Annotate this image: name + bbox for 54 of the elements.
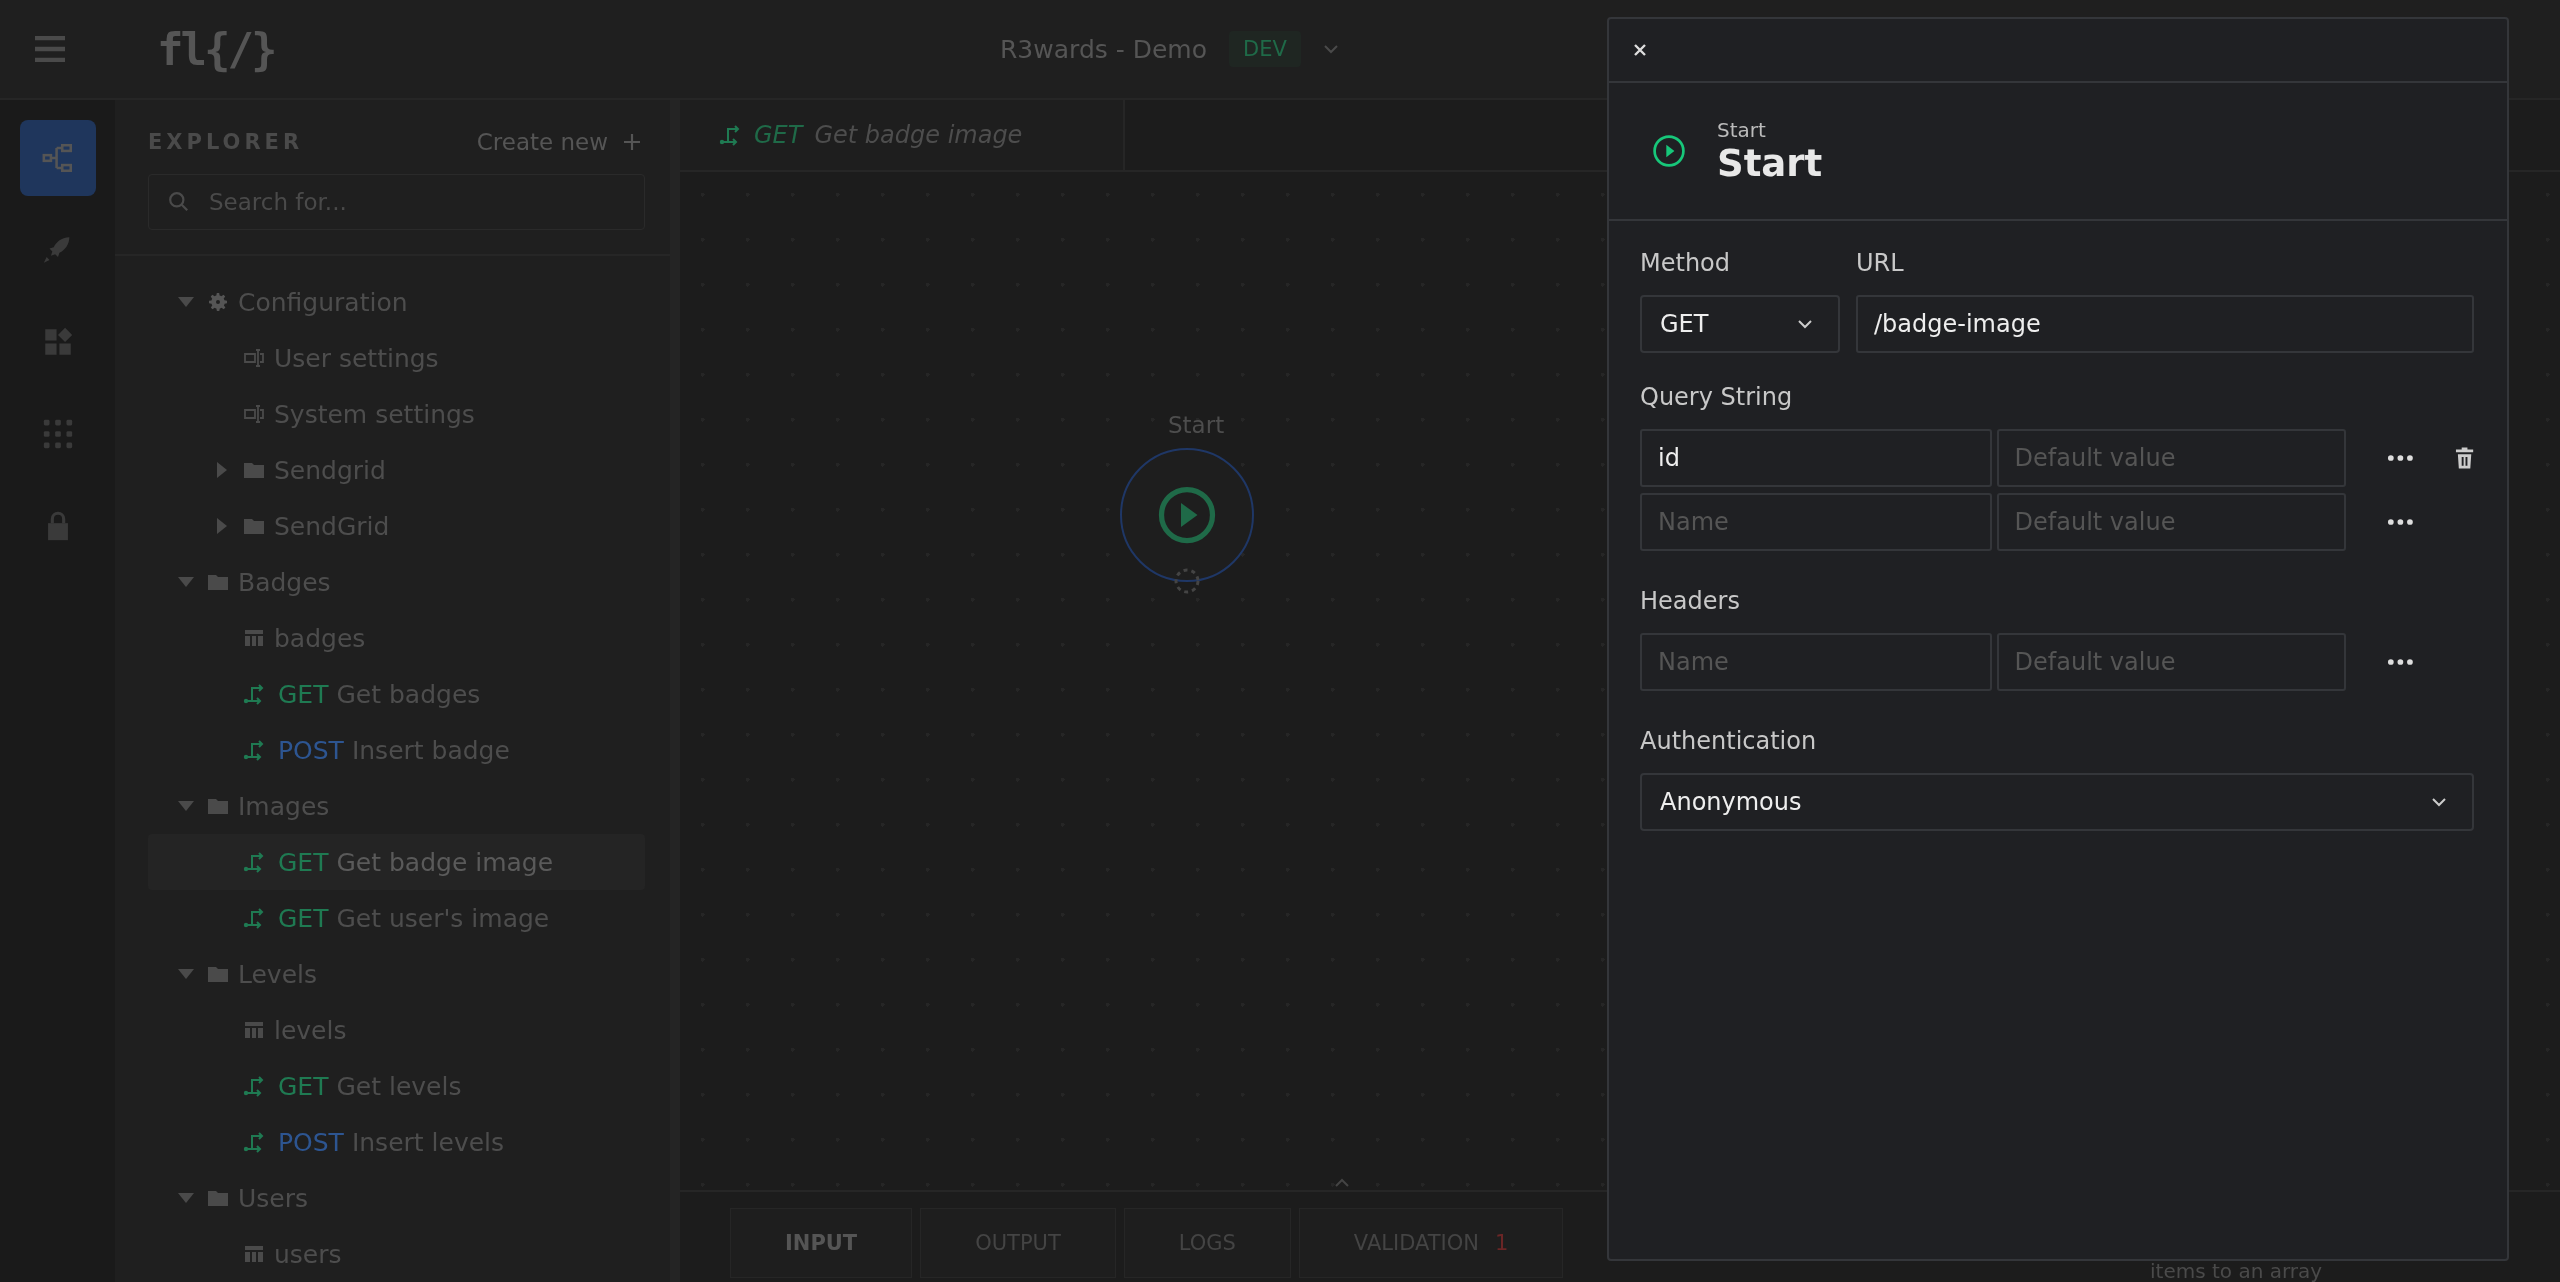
chevron-down-icon[interactable]	[1322, 44, 1339, 54]
caret-down-icon[interactable]	[178, 297, 194, 307]
route-icon	[242, 738, 266, 762]
method-select[interactable]: GET	[1640, 295, 1840, 353]
route-icon	[242, 682, 266, 706]
http-method: GET	[278, 679, 329, 709]
more-icon[interactable]	[2387, 518, 2414, 526]
name-field[interactable]: id	[1640, 429, 1992, 487]
http-method: GET	[278, 903, 329, 933]
section-label: Authentication	[1640, 727, 1818, 755]
caret-down-icon[interactable]	[178, 969, 194, 979]
route-icon	[242, 1074, 266, 1098]
url-field[interactable]: /badge-image	[1856, 295, 2474, 353]
http-method: POST	[278, 1127, 344, 1157]
chevron-down-icon	[2431, 797, 2447, 807]
caret-down-icon[interactable]	[178, 1193, 194, 1203]
route-icon	[718, 123, 742, 147]
plus-icon	[622, 132, 642, 152]
route-icon	[242, 850, 266, 874]
http-method: POST	[278, 735, 344, 765]
caret-down-icon[interactable]	[178, 801, 194, 811]
caret-down-icon[interactable]	[178, 577, 194, 587]
chevron-down-icon	[1797, 319, 1813, 329]
chevron-up-icon[interactable]	[1334, 1178, 1350, 1188]
more-icon[interactable]	[2387, 658, 2414, 666]
http-method: GET	[278, 1071, 329, 1101]
section-label: Query String	[1640, 383, 1794, 411]
route-icon	[242, 1130, 266, 1154]
field-label: URL	[1856, 249, 1905, 277]
caret-right-icon[interactable]	[217, 462, 227, 478]
settings-panel-icon	[242, 402, 266, 426]
play-circle-icon	[1157, 485, 1217, 545]
connector-handle-icon[interactable]	[1172, 566, 1202, 596]
search-icon	[168, 191, 190, 213]
environment-badge: DEV	[1229, 31, 1301, 67]
trash-icon[interactable]	[2454, 446, 2474, 470]
http-method: GET	[278, 847, 329, 877]
node-type: Start	[1717, 117, 1767, 142]
play-circle-icon	[1651, 133, 1687, 169]
more-icon[interactable]	[2387, 454, 2414, 462]
close-icon[interactable]	[1632, 42, 1648, 58]
authentication-select[interactable]: Anonymous	[1640, 773, 2474, 831]
flow-icon	[40, 141, 75, 175]
http-method: GET	[754, 121, 803, 149]
error-count: 1	[1494, 1231, 1509, 1255]
rail-button[interactable]	[19, 120, 96, 196]
field-label: Method	[1640, 249, 1731, 277]
caret-right-icon[interactable]	[217, 518, 227, 534]
route-icon	[242, 906, 266, 930]
settings-panel-icon	[242, 346, 266, 370]
drawer-title: Start	[1717, 141, 1823, 185]
menu-icon[interactable]	[35, 36, 65, 62]
gear-icon	[206, 290, 230, 314]
section-label: Headers	[1640, 587, 1741, 615]
